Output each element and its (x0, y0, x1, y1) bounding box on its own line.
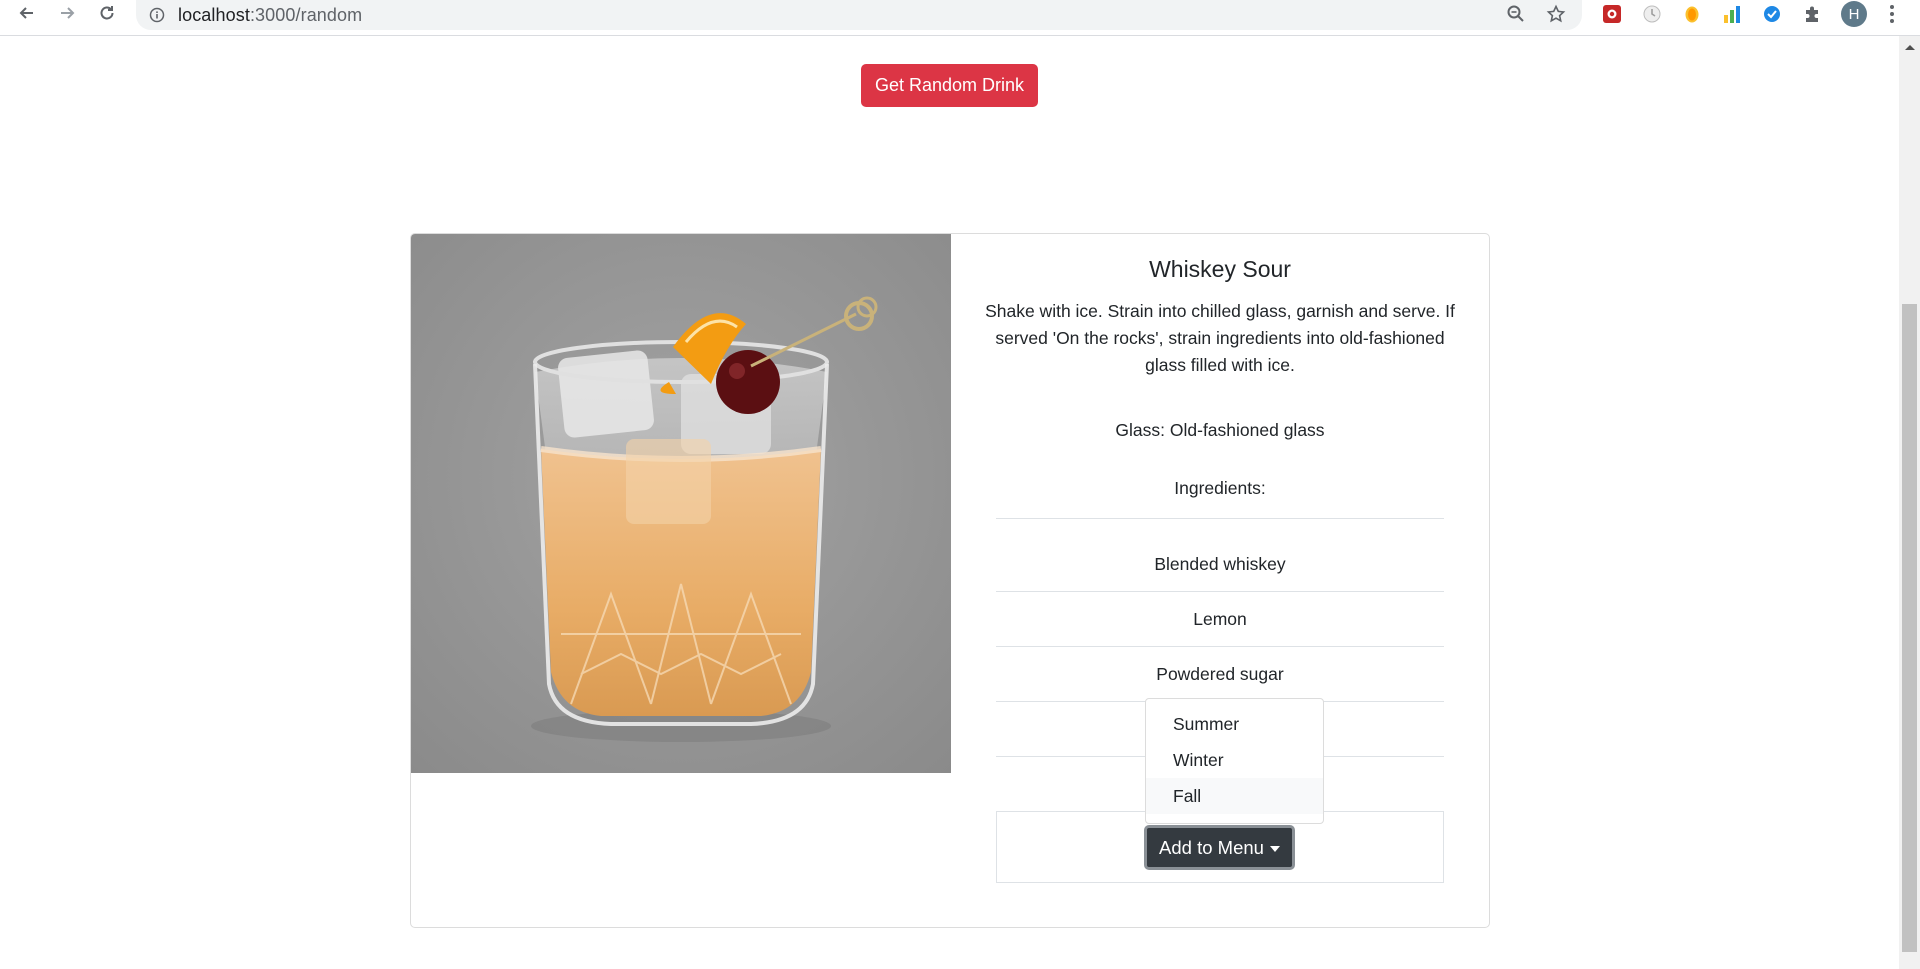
scrollbar-thumb[interactable] (1902, 304, 1917, 952)
profile-avatar[interactable]: H (1841, 1, 1867, 27)
drink-card: Whiskey Sour Shake with ice. Strain into… (410, 233, 1490, 928)
extension-chart-icon[interactable] (1720, 2, 1744, 26)
url-path: :3000/random (249, 4, 363, 25)
menu-option-winter[interactable]: Winter (1146, 742, 1323, 778)
drink-title: Whiskey Sour (1149, 256, 1291, 282)
ingredients-label: Ingredients: (1174, 478, 1266, 498)
menu-option-summer[interactable]: Summer (1146, 706, 1323, 742)
zoom-icon[interactable] (1504, 2, 1528, 26)
site-info-icon[interactable] (148, 6, 166, 24)
add-to-menu-dropdown: Summer Winter Fall (1145, 698, 1324, 824)
scroll-up-arrow-icon[interactable] (1899, 40, 1920, 54)
get-random-drink-button[interactable]: Get Random Drink (861, 64, 1038, 107)
menu-option-fall[interactable]: Fall (1146, 778, 1323, 814)
bookmark-star-icon[interactable] (1544, 2, 1568, 26)
drink-image (411, 234, 951, 773)
extension-red-icon[interactable] (1600, 2, 1624, 26)
add-to-menu-label: Add to Menu (1159, 836, 1264, 858)
extensions-puzzle-icon[interactable] (1800, 2, 1824, 26)
reload-icon[interactable] (92, 0, 122, 26)
ingredient-item: Lemon (996, 591, 1444, 646)
address-bar[interactable]: localhost:3000/random (136, 0, 1582, 30)
url-text: localhost:3000/random (178, 5, 362, 26)
drink-glass: Glass: Old-fashioned glass (1115, 420, 1325, 440)
url-host: localhost (178, 4, 250, 25)
extension-orange-icon[interactable] (1680, 2, 1704, 26)
caret-down-icon (1269, 845, 1280, 852)
ingredient-item: Blended whiskey (996, 518, 1444, 591)
page-scrollbar[interactable] (1899, 36, 1920, 969)
back-arrow-icon[interactable] (12, 0, 42, 26)
drink-instructions: Shake with ice. Strain into chilled glas… (985, 301, 1455, 375)
ingredient-item: Powdered sugar (996, 646, 1444, 701)
forward-arrow-icon[interactable] (52, 0, 82, 26)
extension-clock-icon[interactable] (1640, 2, 1664, 26)
browser-menu-icon[interactable] (1882, 2, 1902, 26)
extension-check-icon[interactable] (1760, 2, 1784, 26)
add-to-menu-button[interactable]: Add to Menu (1144, 825, 1295, 870)
browser-toolbar: localhost:3000/random H (0, 0, 1920, 36)
